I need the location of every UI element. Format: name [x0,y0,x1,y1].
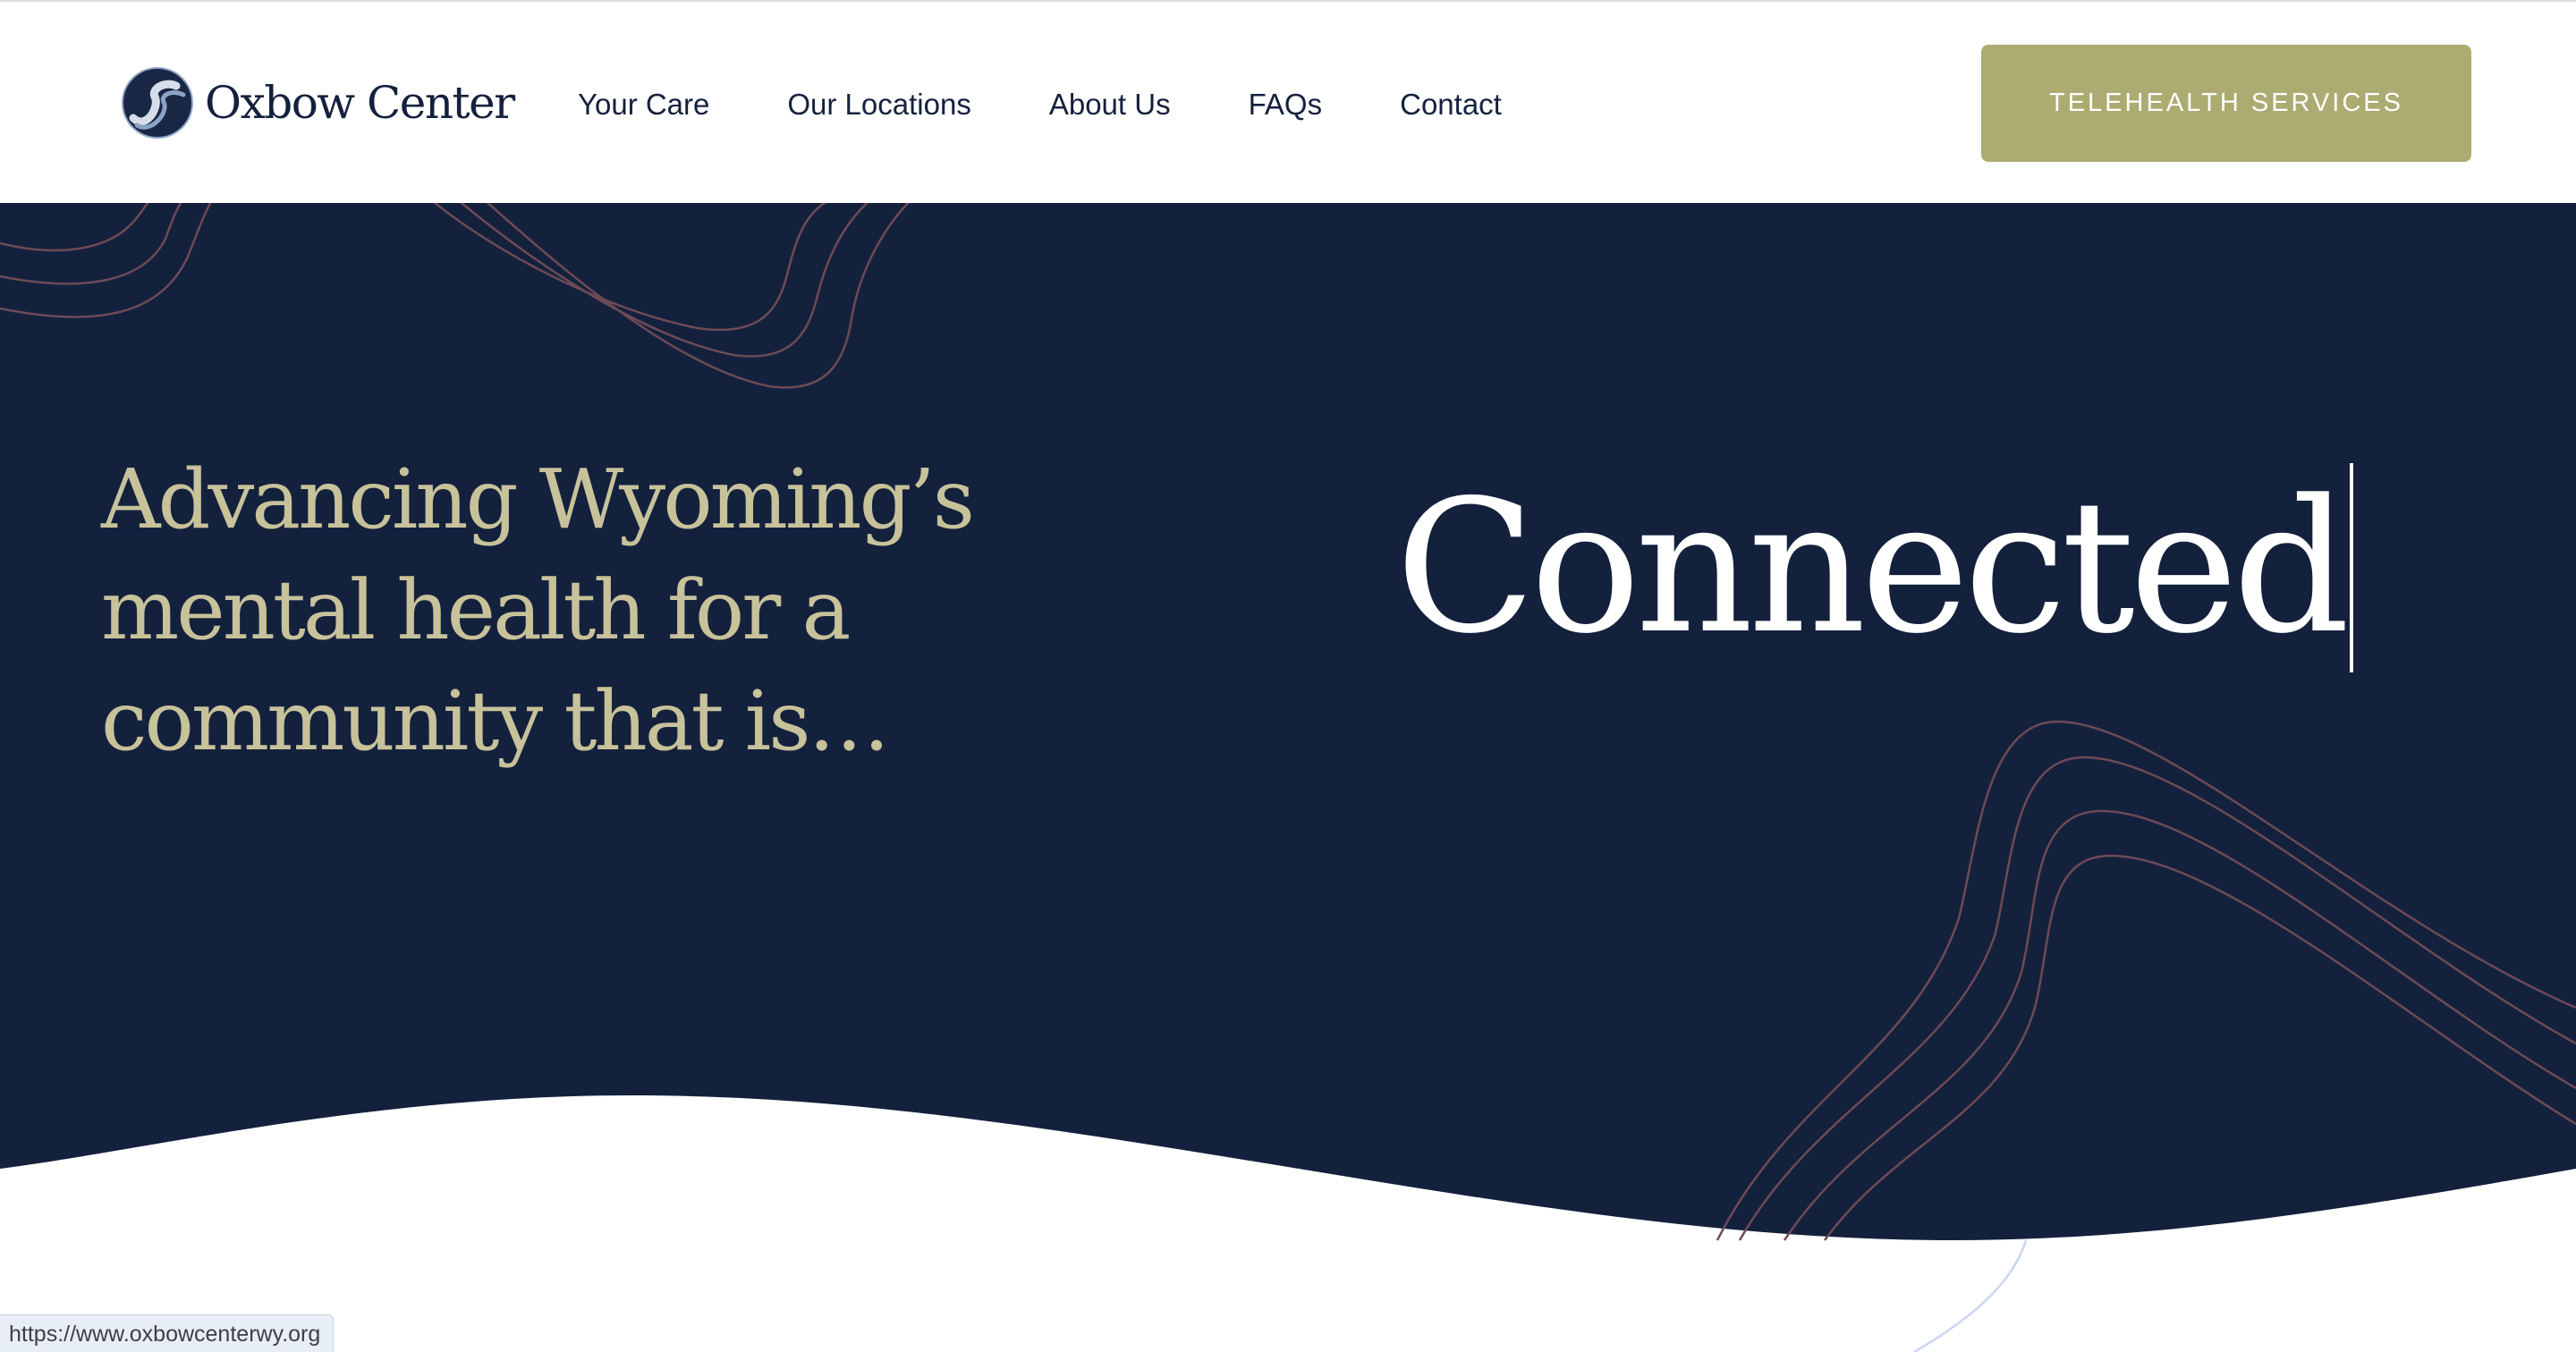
main-nav: Your Care Our Locations About Us FAQs Co… [578,79,1502,131]
rotating-word-container: Connected [1395,461,2354,675]
hero-tagline: Advancing Wyoming’s mental health for a … [101,452,975,769]
nav-our-locations[interactable]: Our Locations [787,88,970,122]
typing-caret [2350,463,2354,672]
logo-link[interactable]: Oxbow Center [121,64,515,141]
logo-text: Oxbow Center [205,77,515,129]
contour-line-light [1913,1239,2028,1352]
status-bar-url: https://www.oxbowcenterwy.org [0,1314,335,1352]
page: Oxbow Center Your Care Our Locations Abo… [0,0,2576,1352]
rotating-word: Connected [1395,461,2350,674]
oxbow-river-logo-icon [122,67,193,139]
hero-section: Advancing Wyoming’s mental health for a … [0,203,2576,1352]
nav-your-care[interactable]: Your Care [578,88,709,122]
nav-faqs[interactable]: FAQs [1249,88,1323,122]
site-header: Oxbow Center Your Care Our Locations Abo… [0,2,2576,203]
nav-contact[interactable]: Contact [1400,88,1502,122]
telehealth-services-button[interactable]: TELEHEALTH SERVICES [1981,45,2471,162]
hero-background [0,203,2576,1352]
nav-about-us[interactable]: About Us [1049,88,1171,122]
